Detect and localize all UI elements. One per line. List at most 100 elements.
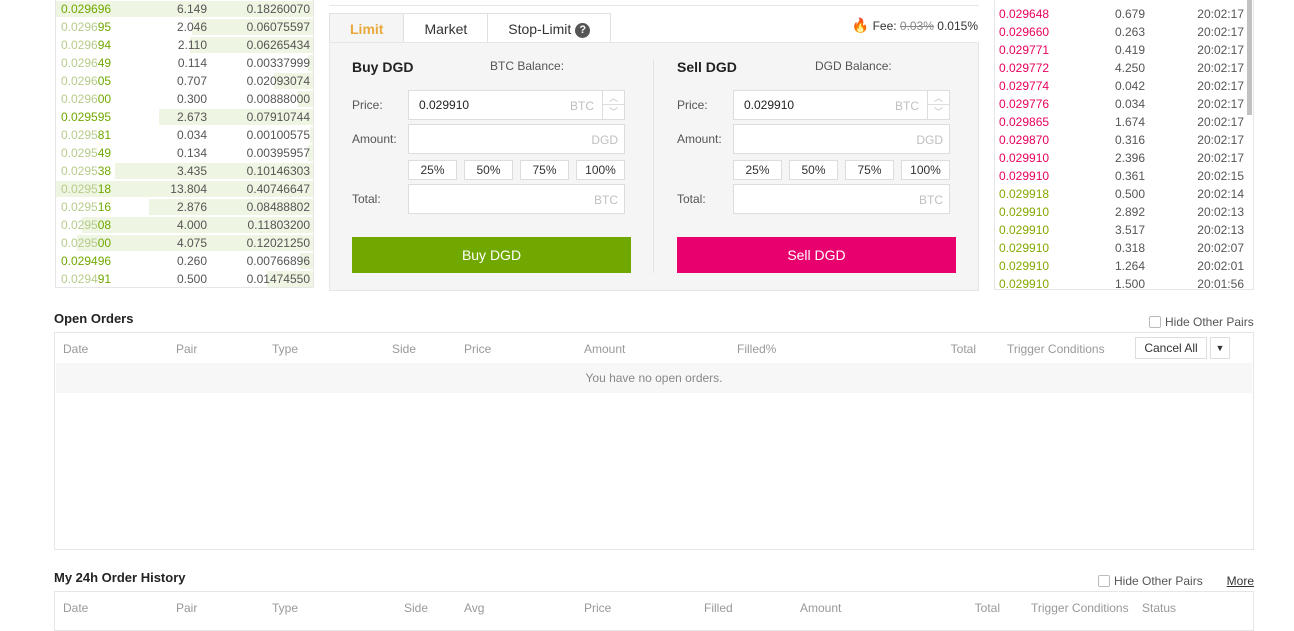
price: 0.029581 — [61, 126, 111, 144]
trade-time: 20:02:17 — [1197, 97, 1244, 111]
sell-submit-button[interactable]: Sell DGD — [677, 237, 956, 273]
trade-price: 0.029771 — [999, 43, 1050, 57]
sell-percent-25-button[interactable]: 25% — [733, 160, 782, 180]
increment-icon[interactable]: ︿ — [603, 91, 624, 105]
price: 0.029496 — [61, 252, 111, 270]
amount: 2.110 — [177, 38, 207, 52]
trade-price: 0.029910 — [999, 205, 1050, 219]
amount: 4.075 — [176, 236, 207, 250]
column-header[interactable]: Side — [392, 342, 416, 356]
buy-submit-button[interactable]: Buy DGD — [352, 237, 631, 273]
sell-percent-50-button[interactable]: 50% — [789, 160, 838, 180]
open-orders-hide-other-pairs[interactable]: Hide Other Pairs — [1149, 315, 1254, 329]
amount: 0.260 — [176, 254, 207, 268]
column-header[interactable]: Status — [1142, 601, 1176, 615]
order-book-row[interactable]: 0.029508 4.000 0.11803200 — [56, 216, 313, 234]
tab-market[interactable]: Market — [403, 13, 489, 43]
column-header[interactable]: Amount — [800, 601, 841, 615]
column-header[interactable]: Date — [63, 342, 88, 356]
order-book-row[interactable]: 0.029581 0.034 0.00100575 — [56, 126, 313, 144]
column-header[interactable]: Trigger Conditions — [1007, 342, 1105, 356]
order-book-row[interactable]: 0.029516 2.876 0.08488802 — [56, 198, 313, 216]
amount: 2.046 — [176, 20, 207, 34]
column-header[interactable]: Amount — [584, 342, 625, 356]
order-book-row[interactable]: 0.029496 0.260 0.00766896 — [56, 252, 313, 270]
buy-amount-label: Amount: — [352, 132, 397, 146]
cancel-all-button[interactable]: Cancel All — [1135, 337, 1207, 359]
total: 0.08488802 — [246, 200, 310, 214]
buy-amount-input[interactable]: DGD — [408, 124, 625, 154]
more-link[interactable]: More — [1227, 574, 1254, 588]
order-book-row[interactable]: 0.029600 0.300 0.00888000 — [56, 90, 313, 108]
order-book-row[interactable]: 0.029538 3.435 0.10146303 — [56, 162, 313, 180]
column-header[interactable]: Type — [272, 601, 298, 615]
order-book-row[interactable]: 0.029491 0.500 0.01474550 — [56, 270, 313, 287]
buy-price-unit: BTC — [570, 99, 594, 113]
scrollbar[interactable] — [1247, 0, 1252, 115]
order-book-row[interactable]: 0.029595 2.673 0.07910744 — [56, 108, 313, 126]
history-hide-other-pairs[interactable]: Hide Other Pairs — [1098, 574, 1203, 588]
column-header[interactable]: Filled — [704, 601, 733, 615]
trade-amount: 0.500 — [1115, 187, 1146, 201]
price-prefix: 0.0295 — [61, 182, 98, 196]
decrement-icon[interactable]: ﹀ — [603, 105, 624, 119]
column-header[interactable]: Pair — [176, 601, 197, 615]
sell-amount-input[interactable]: DGD — [733, 124, 950, 154]
buy-price-input[interactable]: 0.029910 BTC ︿ ﹀ — [408, 90, 625, 120]
order-book-row[interactable]: 0.029549 0.134 0.00395957 — [56, 144, 313, 162]
checkbox[interactable] — [1149, 316, 1161, 328]
price-suffix: 0.029696 — [61, 2, 112, 16]
trade-amount: 0.316 — [1115, 133, 1146, 147]
column-header[interactable]: Price — [464, 342, 491, 356]
trade-price: 0.029648 — [999, 7, 1050, 21]
column-header[interactable]: Price — [584, 601, 611, 615]
price-suffix: 08 — [97, 218, 112, 232]
price-prefix: 0.0296 — [61, 20, 98, 34]
column-header[interactable]: Type — [272, 342, 298, 356]
column-header[interactable]: Trigger Conditions — [1031, 601, 1129, 615]
sell-total-input[interactable]: BTC — [733, 184, 950, 214]
tab-limit[interactable]: Limit — [329, 13, 405, 43]
column-header[interactable]: Filled% — [737, 342, 776, 356]
order-book-row[interactable]: 0.029696 6.149 0.18260070 — [56, 0, 313, 18]
trade-price: 0.029918 — [999, 187, 1050, 201]
total: 0.40746647 — [246, 182, 310, 196]
buy-price-stepper[interactable]: ︿ ﹀ — [602, 90, 625, 120]
buy-percent-25-button[interactable]: 25% — [408, 160, 457, 180]
sell-price-input[interactable]: 0.029910 BTC ︿ ﹀ — [733, 90, 950, 120]
buy-total-input[interactable]: BTC — [408, 184, 625, 214]
column-header[interactable]: Avg — [464, 601, 484, 615]
column-header[interactable]: Side — [404, 601, 428, 615]
order-book-row[interactable]: 0.029518 13.804 0.40746647 — [56, 180, 313, 198]
checkbox[interactable] — [1098, 575, 1110, 587]
trade-form: Buy DGD BTC Balance: Price: 0.029910 BTC ︿ ﹀ Am… — [329, 42, 979, 291]
price-suffix: 00 — [97, 92, 112, 106]
buy-title: Buy DGD — [352, 59, 414, 75]
cancel-dropdown-button[interactable]: ▼ — [1210, 337, 1230, 359]
order-book-row[interactable]: 0.029500 4.075 0.12021250 — [56, 234, 313, 252]
buy-percent-50-button[interactable]: 50% — [464, 160, 513, 180]
order-book-row[interactable]: 0.029694 2.110 0.06265434 — [56, 36, 313, 54]
help-icon[interactable]: ? — [575, 23, 591, 38]
trade-time: 20:02:17 — [1197, 115, 1244, 129]
buy-percent-75-button[interactable]: 75% — [520, 160, 569, 180]
increment-icon[interactable]: ︿ — [928, 91, 949, 105]
trade-time: 20:02:17 — [1197, 151, 1244, 165]
column-header[interactable]: Date — [63, 601, 88, 615]
order-book-row[interactable]: 0.029695 2.046 0.06075597 — [56, 18, 313, 36]
decrement-icon[interactable]: ﹀ — [928, 105, 949, 119]
buy-percent-100-button[interactable]: 100% — [576, 160, 625, 180]
depth-bar — [310, 127, 313, 143]
tab-stop-limit[interactable]: Stop-Limit? — [487, 13, 612, 43]
sell-percent-75-button[interactable]: 75% — [845, 160, 894, 180]
column-header[interactable]: Total — [951, 342, 976, 356]
column-header[interactable]: Total — [975, 601, 1000, 615]
trade-row: 0.029870 0.316 20:02:17 — [995, 131, 1253, 149]
order-book-row[interactable]: 0.029649 0.114 0.00337999 — [56, 54, 313, 72]
sell-price-stepper[interactable]: ︿ ﹀ — [927, 90, 950, 120]
column-header[interactable]: Pair — [176, 342, 197, 356]
amount: 13.804 — [170, 182, 207, 196]
sell-percent-100-button[interactable]: 100% — [901, 160, 950, 180]
order-book-row[interactable]: 0.029605 0.707 0.02093074 — [56, 72, 313, 90]
price-suffix: 95 — [97, 20, 112, 34]
